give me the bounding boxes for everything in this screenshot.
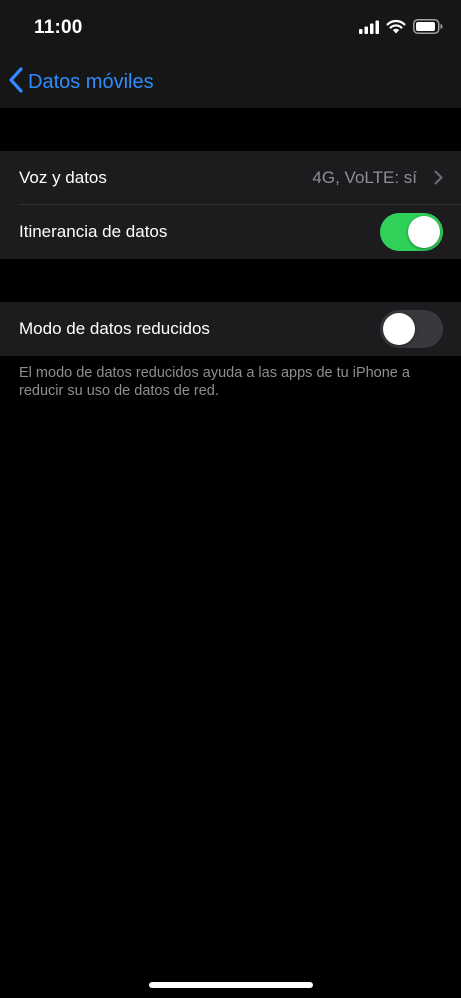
status-icons: [359, 19, 443, 39]
roaming-toggle[interactable]: [380, 213, 443, 251]
low-data-mode-row: Modo de datos reducidos: [0, 302, 461, 356]
voice-data-row[interactable]: Voz y datos 4G, VoLTE: sí: [0, 151, 461, 205]
voice-data-label: Voz y datos: [19, 168, 107, 187]
toggle-knob: [408, 216, 440, 248]
voice-data-value: 4G, VoLTE: sí: [312, 168, 417, 187]
back-button[interactable]: Datos móviles: [8, 66, 154, 98]
roaming-row: Itinerancia de datos: [0, 205, 461, 259]
low-data-mode-label: Modo de datos reducidos: [19, 319, 210, 338]
back-label: Datos móviles: [28, 70, 154, 93]
chevron-left-icon: [8, 66, 24, 98]
chevron-right-icon: [434, 170, 443, 190]
signal-icon: [359, 20, 379, 39]
status-time: 11:00: [34, 17, 83, 38]
toggle-knob: [383, 313, 415, 345]
wifi-icon: [386, 19, 406, 39]
navigation-bar: Datos móviles: [0, 56, 461, 108]
status-bar: 11:00: [0, 0, 461, 56]
low-data-mode-toggle[interactable]: [380, 310, 443, 348]
battery-icon: [413, 19, 443, 39]
home-indicator[interactable]: [149, 982, 313, 988]
settings-group-primary: Voz y datos 4G, VoLTE: sí Itinerancia de…: [0, 151, 461, 259]
roaming-label: Itinerancia de datos: [19, 222, 168, 241]
low-data-mode-footer: El modo de datos reducidos ayuda a las a…: [19, 365, 410, 399]
settings-group-low-data: Modo de datos reducidos: [0, 302, 461, 356]
